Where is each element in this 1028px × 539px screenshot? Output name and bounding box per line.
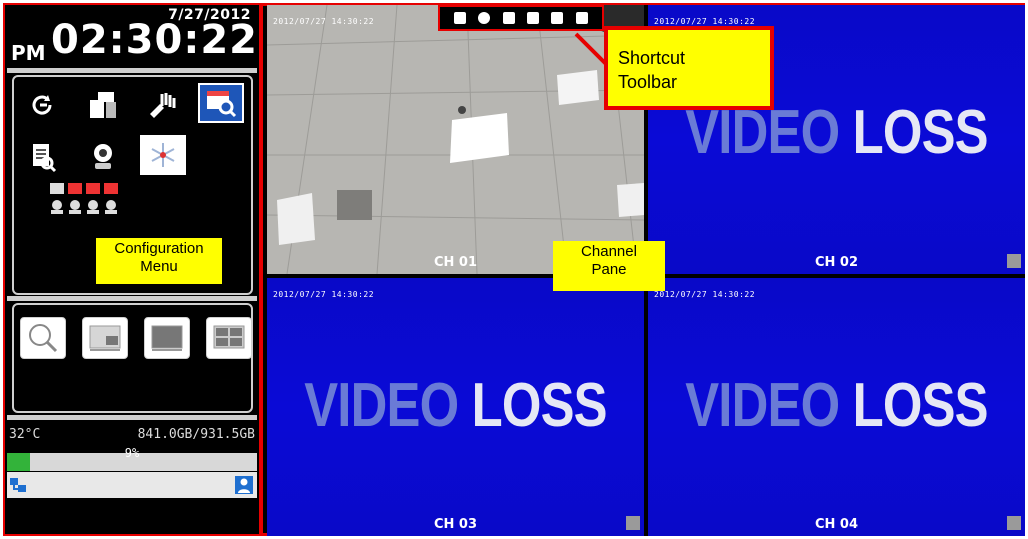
search-schedule-icon[interactable] — [198, 83, 244, 123]
channel-timestamp: 2012/07/27 14:30:22 — [273, 290, 375, 299]
network-status-icon[interactable] — [551, 12, 564, 24]
channel-timestamp: 2012/07/27 14:30:22 — [654, 17, 756, 26]
network-icon[interactable] — [9, 476, 27, 494]
left-panel: 7/27/2012 PM 02:30:22 Configuration Menu… — [5, 5, 263, 534]
freeze-icon[interactable] — [140, 135, 186, 175]
bottom-status-bar — [7, 472, 257, 498]
label-line: Channel — [581, 243, 637, 260]
divider — [7, 415, 257, 420]
channel-label: CH 03 — [433, 517, 478, 532]
file-manager-icon[interactable] — [80, 85, 126, 125]
audio-icon[interactable] — [1007, 254, 1021, 268]
shortcut-toolbar-label: Shortcut Toolbar — [604, 26, 774, 110]
search-button[interactable] — [20, 317, 66, 359]
quad-layout-button[interactable] — [206, 317, 252, 359]
time-display: 02:30:22 — [51, 17, 258, 63]
channel-status-icons — [48, 181, 134, 217]
configuration-menu: Configuration Menu — [12, 75, 253, 295]
layout-buttons-panel — [12, 303, 253, 413]
log-search-icon[interactable] — [20, 137, 66, 177]
label-line: Shortcut — [618, 48, 686, 68]
monitor-icon[interactable] — [502, 12, 515, 24]
camera-setup-icon[interactable] — [80, 137, 126, 177]
divider — [7, 296, 257, 301]
temperature-readout: 32°C — [9, 427, 41, 442]
video-loss-word: VIDEO — [685, 371, 840, 440]
video-loss-text: VIDEO LOSS — [682, 370, 991, 441]
pip-layout-button[interactable] — [82, 317, 128, 359]
user-icon[interactable] — [235, 476, 253, 494]
channel-pane-label: Channel Pane — [553, 241, 665, 291]
channel-label: CH 04 — [814, 517, 859, 532]
label-line: Pane — [591, 261, 627, 278]
label-line: Menu — [140, 258, 178, 275]
video-loss-word: VIDEO — [304, 371, 459, 440]
label-line: Configuration — [114, 240, 204, 257]
playback-icon[interactable] — [20, 85, 66, 125]
camera-icon[interactable] — [527, 12, 540, 24]
single-layout-button[interactable] — [144, 317, 190, 359]
ampm-indicator: PM — [11, 41, 46, 65]
audio-icon[interactable] — [626, 516, 640, 530]
info-icon[interactable] — [478, 12, 491, 24]
shortcut-toolbar — [438, 5, 604, 31]
video-loss-word: LOSS — [852, 98, 989, 167]
channel-tile-4[interactable]: 2012/07/27 14:30:22 VIDEO LOSS CH 04 — [648, 278, 1025, 536]
list-icon[interactable] — [575, 12, 588, 24]
disk-usage-readout: 841.0GB/931.5GB — [137, 427, 255, 442]
divider — [7, 68, 257, 73]
lock-icon[interactable] — [454, 12, 467, 24]
channel-label: CH 02 — [814, 255, 859, 270]
audio-icon[interactable] — [1007, 516, 1021, 530]
configuration-menu-label: Configuration Menu — [96, 238, 222, 284]
label-line: Toolbar — [618, 72, 678, 92]
channel-timestamp: 2012/07/27 14:30:22 — [273, 17, 375, 26]
video-loss-word: LOSS — [471, 371, 608, 440]
clock-display: 7/27/2012 PM 02:30:22 — [5, 5, 259, 67]
channel-timestamp: 2012/07/27 14:30:22 — [654, 290, 756, 299]
video-loss-word: LOSS — [852, 371, 989, 440]
channel-tile-3[interactable]: 2012/07/27 14:30:22 VIDEO LOSS CH 03 — [267, 278, 644, 536]
tools-icon[interactable] — [140, 85, 186, 125]
disk-usage-percent: 9% — [124, 446, 140, 460]
video-loss-text: VIDEO LOSS — [301, 370, 610, 441]
